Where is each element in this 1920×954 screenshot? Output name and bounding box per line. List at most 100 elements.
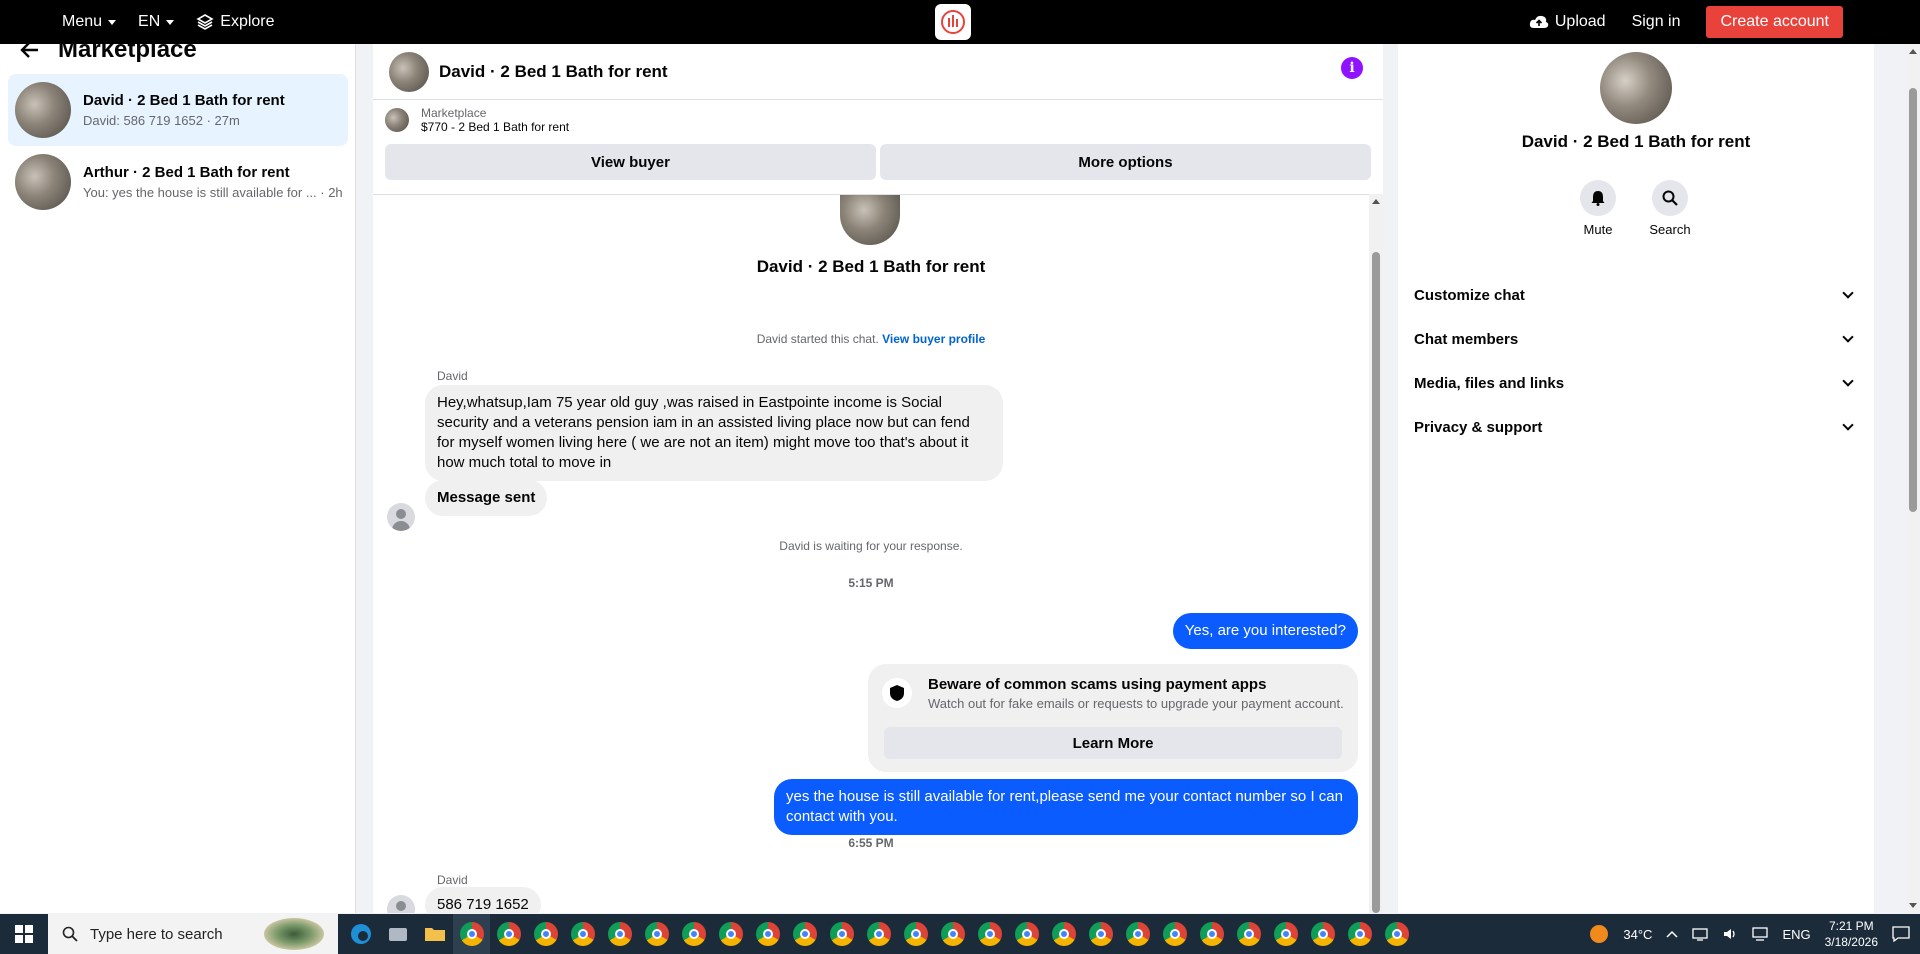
chrome-icon[interactable] [786, 914, 823, 954]
customize-chat-section[interactable]: Customize chat [1414, 275, 1858, 315]
chat-header: David · 2 Bed 1 Bath for rent i [373, 44, 1383, 100]
listing-summary[interactable]: Marketplace $770 - 2 Bed 1 Bath for rent [373, 100, 1383, 140]
view-buyer-profile-link[interactable]: View buyer profile [882, 332, 985, 346]
conversation-item[interactable]: Arthur · 2 Bed 1 Bath for rent You: yes … [8, 146, 348, 218]
incoming-message[interactable]: Hey,whatsup,Iam 75 year old guy ,was rai… [425, 385, 1003, 481]
chrome-icon[interactable] [1082, 914, 1119, 954]
chrome-icon[interactable] [860, 914, 897, 954]
chrome-icon[interactable] [934, 914, 971, 954]
chrome-icon[interactable] [1304, 914, 1341, 954]
outgoing-message[interactable]: yes the house is still available for ren… [774, 779, 1358, 835]
section-label: Chat members [1414, 330, 1519, 348]
media-files-links-section[interactable]: Media, files and links [1414, 363, 1858, 403]
chrome-icon[interactable] [749, 914, 786, 954]
chrome-icon[interactable] [675, 914, 712, 954]
chat-scrollbar[interactable] [1369, 194, 1383, 913]
language-label: EN [138, 13, 161, 30]
clock[interactable]: 7:21 PM 3/18/2026 [1825, 918, 1878, 950]
chevron-up-icon[interactable] [1666, 930, 1678, 938]
chrome-icon[interactable] [564, 914, 601, 954]
upload-button[interactable]: Upload [1529, 13, 1606, 31]
privacy-support-section[interactable]: Privacy & support [1414, 407, 1858, 447]
explore-label: Explore [220, 13, 275, 30]
conversation-preview: David: 586 719 1652 · 27m [83, 113, 240, 128]
info-icon[interactable]: i [1341, 57, 1363, 79]
network-icon[interactable] [1692, 927, 1709, 941]
chrome-icon[interactable] [1156, 914, 1193, 954]
page-scrollbar[interactable] [1906, 44, 1920, 913]
app-icon[interactable] [379, 914, 416, 954]
input-language[interactable]: ENG [1782, 927, 1810, 942]
display-icon[interactable] [1752, 927, 1769, 941]
chrome-icon[interactable] [1230, 914, 1267, 954]
conversation-item[interactable]: David · 2 Bed 1 Bath for rent David: 586… [8, 74, 348, 146]
explore-button[interactable]: Explore [196, 13, 275, 31]
top-bar: Menu EN Explore Upload Sign in Create ac… [0, 0, 1920, 44]
back-arrow-icon[interactable] [20, 41, 40, 59]
folder-icon[interactable] [416, 914, 453, 954]
chat-header-name[interactable]: David · 2 Bed 1 Bath for rent [439, 62, 668, 82]
chrome-icon[interactable] [1008, 914, 1045, 954]
chrome-icon[interactable] [527, 914, 564, 954]
chrome-icon[interactable] [638, 914, 675, 954]
edge-icon[interactable] [342, 914, 379, 954]
scroll-down-icon[interactable] [1909, 903, 1917, 908]
menu-button[interactable]: Menu [62, 13, 117, 31]
chevron-down-icon [1842, 331, 1854, 343]
chrome-icon[interactable] [490, 914, 527, 954]
chrome-icon[interactable] [712, 914, 749, 954]
chrome-icon[interactable] [1045, 914, 1082, 954]
user-avatar [387, 895, 415, 913]
search-icon [62, 926, 78, 942]
language-button[interactable]: EN [138, 13, 175, 31]
site-logo[interactable] [935, 4, 971, 40]
taskbar-search[interactable]: Type here to search [48, 914, 338, 954]
notification-icon[interactable] [1892, 926, 1910, 942]
menu-label: Menu [62, 13, 103, 30]
weather-sun-icon[interactable] [1589, 924, 1609, 944]
chat-members-section[interactable]: Chat members [1414, 319, 1858, 359]
chrome-icon[interactable] [601, 914, 638, 954]
scroll-thumb[interactable] [1372, 252, 1380, 913]
search-button[interactable]: Search [1640, 180, 1700, 237]
start-button[interactable] [0, 914, 48, 954]
scroll-up-icon[interactable] [1372, 199, 1380, 204]
layers-icon [196, 14, 214, 30]
chrome-icon[interactable] [1378, 914, 1415, 954]
temperature[interactable]: 34°C [1623, 927, 1652, 942]
chevron-down-icon [1842, 287, 1854, 299]
chrome-icon[interactable] [897, 914, 934, 954]
create-account-button[interactable]: Create account [1706, 6, 1843, 38]
scroll-thumb[interactable] [1909, 88, 1917, 512]
scroll-up-icon[interactable] [1909, 49, 1917, 54]
details-name: David · 2 Bed 1 Bath for rent [1521, 132, 1751, 151]
chrome-icon[interactable] [823, 914, 860, 954]
bell-icon [1591, 191, 1605, 206]
sender-name: David [437, 369, 468, 383]
mute-button[interactable]: Mute [1568, 180, 1628, 237]
outgoing-message[interactable]: Yes, are you interested? [1172, 613, 1358, 649]
chrome-icon[interactable] [453, 914, 490, 954]
system-tray: 34°C ENG 7:21 PM 3/18/2026 [1589, 914, 1920, 954]
chrome-icon[interactable] [1341, 914, 1378, 954]
more-options-button[interactable]: More options [880, 144, 1371, 180]
sender-name: David [437, 873, 468, 887]
chrome-icon[interactable] [1267, 914, 1304, 954]
learn-more-button[interactable]: Learn More [884, 727, 1342, 759]
listing-title: $770 - 2 Bed 1 Bath for rent [421, 120, 570, 134]
message-list[interactable]: David · 2 Bed 1 Bath for rent David star… [373, 195, 1383, 913]
chat-avatar[interactable] [389, 51, 429, 92]
view-buyer-button[interactable]: View buyer [385, 144, 876, 180]
scam-warning-card: Beware of common scams using payment app… [868, 664, 1358, 772]
incoming-message[interactable]: 586 719 1652 [425, 887, 541, 913]
chat-intro-title: David · 2 Bed 1 Bath for rent [756, 257, 986, 276]
volume-icon[interactable] [1722, 927, 1738, 941]
chrome-icon[interactable] [1119, 914, 1156, 954]
sign-in-link[interactable]: Sign in [1632, 13, 1681, 31]
taskbar-apps [342, 914, 1415, 954]
incoming-message[interactable]: Message sent [425, 480, 548, 516]
search-icon [1662, 190, 1678, 206]
chrome-icon[interactable] [1193, 914, 1230, 954]
chevron-down-icon [1842, 375, 1854, 387]
chrome-icon[interactable] [971, 914, 1008, 954]
